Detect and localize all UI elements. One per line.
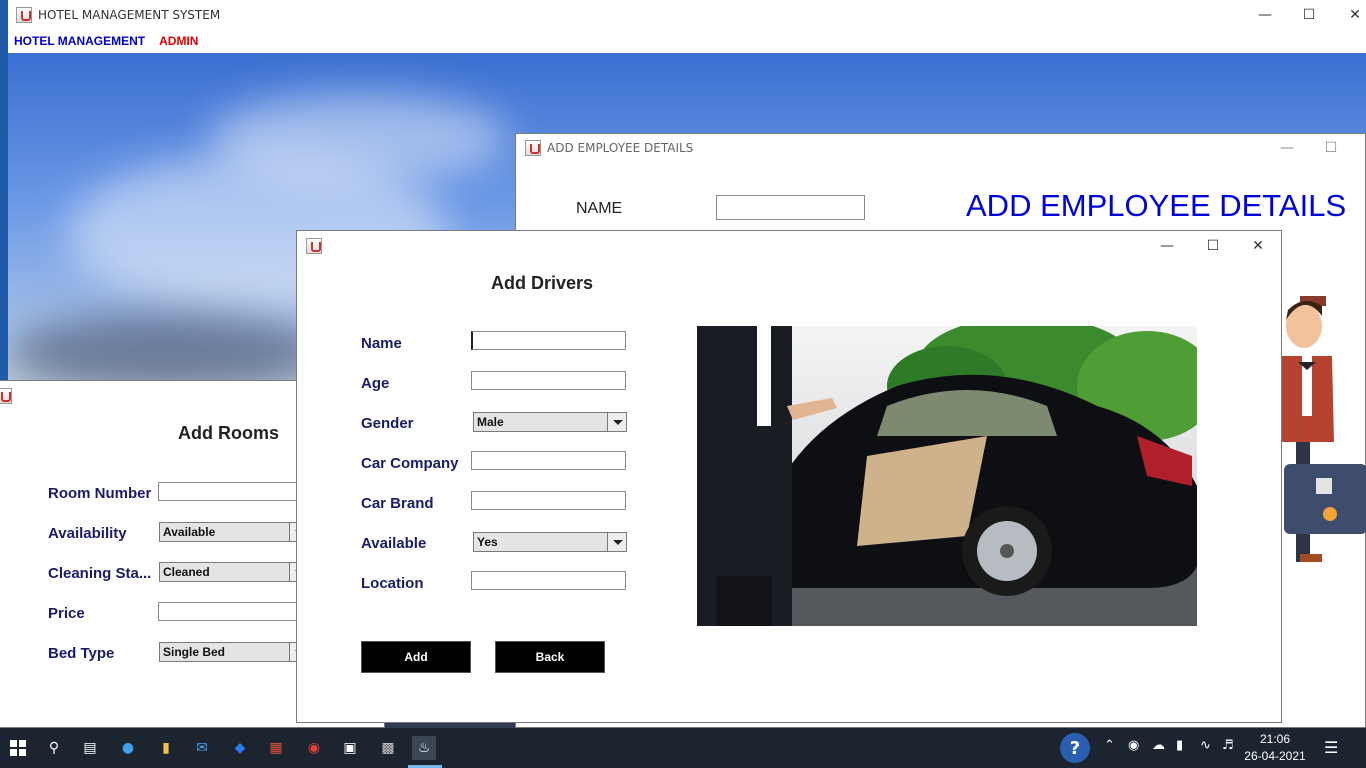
onedrive-icon[interactable]: ☁ <box>1152 738 1165 753</box>
available-label: Available <box>361 535 427 552</box>
chevron-down-icon[interactable] <box>607 533 626 551</box>
java-icon <box>0 388 12 404</box>
clock-time: 21:06 <box>1259 732 1291 746</box>
menu-admin[interactable]: ADMIN <box>159 34 198 48</box>
add-button[interactable]: Add <box>361 641 471 673</box>
employee-name-input[interactable] <box>716 195 865 220</box>
available-select[interactable]: Yes <box>473 532 627 552</box>
bed-type-label: Bed Type <box>48 645 115 662</box>
employee-titlebar: ADD EMPLOYEE DETAILS — ☐ <box>516 134 1365 162</box>
menu-hotel-management[interactable]: HOTEL MANAGEMENT <box>14 34 145 48</box>
search-icon[interactable]: ⚲ <box>42 736 66 760</box>
photos-icon[interactable]: ▦ <box>264 736 288 760</box>
availability-select[interactable]: Available <box>159 522 309 542</box>
age-input[interactable] <box>471 371 626 390</box>
dropbox-icon[interactable]: ◆ <box>228 736 252 760</box>
wifi-icon[interactable]: ∿ <box>1200 738 1211 753</box>
close-button[interactable]: ✕ <box>1332 0 1366 30</box>
car-company-input[interactable] <box>471 451 626 470</box>
bellboy-illustration <box>1276 296 1366 562</box>
minimize-button[interactable]: — <box>1264 134 1310 162</box>
rooms-heading: Add Rooms <box>178 423 279 443</box>
webcam-icon[interactable]: ◉ <box>1128 738 1139 753</box>
price-input[interactable] <box>158 602 308 621</box>
chevron-down-icon[interactable] <box>607 413 626 431</box>
maximize-button[interactable]: ☐ <box>1286 0 1332 30</box>
left-strip <box>0 0 8 380</box>
employee-window-title: ADD EMPLOYEE DETAILS <box>547 141 694 155</box>
driver-car-photo <box>697 326 1197 626</box>
name-label: NAME <box>576 200 623 217</box>
driver-name-input[interactable] <box>471 331 626 350</box>
availability-label: Availability <box>48 525 127 542</box>
car-brand-label: Car Brand <box>361 495 434 512</box>
drivers-titlebar: — ☐ ✕ <box>297 231 1281 261</box>
notification-icon[interactable]: ☰ <box>1324 738 1338 757</box>
location-label: Location <box>361 575 424 592</box>
volume-icon[interactable]: ♬ <box>1222 738 1234 753</box>
java-icon <box>306 238 322 254</box>
help-icon[interactable]: ? <box>1060 733 1090 763</box>
available-value: Yes <box>477 535 498 549</box>
drivers-heading: Add Drivers <box>491 273 594 293</box>
java-icon <box>525 140 541 156</box>
age-label: Age <box>361 375 390 392</box>
room-number-label: Room Number <box>48 485 152 502</box>
cleaning-status-select[interactable]: Cleaned <box>159 562 309 582</box>
close-button[interactable]: ✕ <box>1235 231 1281 261</box>
maximize-button[interactable]: ☐ <box>1308 134 1354 162</box>
room-number-input[interactable] <box>158 482 308 501</box>
minimize-button[interactable]: — <box>1242 0 1288 30</box>
driver-name-label: Name <box>361 335 402 352</box>
main-titlebar: HOTEL MANAGEMENT SYSTEM — ☐ ✕ <box>0 0 1366 30</box>
car-brand-input[interactable] <box>471 491 626 510</box>
windows-start-icon[interactable] <box>6 736 30 760</box>
location-input[interactable] <box>471 571 626 590</box>
gender-value: Male <box>477 415 504 429</box>
intellij-icon[interactable]: ▣ <box>338 736 362 760</box>
edge-icon[interactable]: ● <box>116 736 140 760</box>
main-window-title: HOTEL MANAGEMENT SYSTEM <box>38 8 221 22</box>
java-icon <box>16 7 32 23</box>
chevron-up-icon[interactable]: ⌃ <box>1104 738 1115 753</box>
gender-select[interactable]: Male <box>473 412 627 432</box>
employee-heading: ADD EMPLOYEE DETAILS <box>966 188 1347 223</box>
price-label: Price <box>48 605 85 622</box>
task-view-icon[interactable]: ▤ <box>78 736 102 760</box>
clock-date: 26-04-2021 <box>1244 749 1306 763</box>
back-button[interactable]: Back <box>495 641 605 673</box>
chrome-icon[interactable]: ◉ <box>302 736 326 760</box>
battery-icon[interactable]: ▮ <box>1176 738 1183 753</box>
mysql-icon[interactable]: ▩ <box>376 736 400 760</box>
file-explorer-icon[interactable]: ▮ <box>154 736 178 760</box>
gender-label: Gender <box>361 415 414 432</box>
taskbar: ⚲ ▤ ● ▮ ✉ ◆ ▦ ◉ ▣ ▩ ♨ ? ⌃ ◉ ☁ ▮ ∿ ♬ 21:0… <box>0 728 1366 768</box>
maximize-button[interactable]: ☐ <box>1190 231 1236 261</box>
drivers-window: — ☐ ✕ Add Drivers Name Age Gender Male C… <box>296 230 1282 723</box>
bed-type-select[interactable]: Single Bed <box>159 642 309 662</box>
clock[interactable]: 21:06 26-04-2021 <box>1244 731 1306 765</box>
cleaning-status-label: Cleaning Sta... <box>48 565 152 582</box>
minimize-button[interactable]: — <box>1144 231 1190 261</box>
car-company-label: Car Company <box>361 455 459 472</box>
java-app-icon[interactable]: ♨ <box>412 736 436 760</box>
menu-bar: HOTEL MANAGEMENT ADMIN <box>0 30 1366 52</box>
mail-icon[interactable]: ✉ <box>190 736 214 760</box>
